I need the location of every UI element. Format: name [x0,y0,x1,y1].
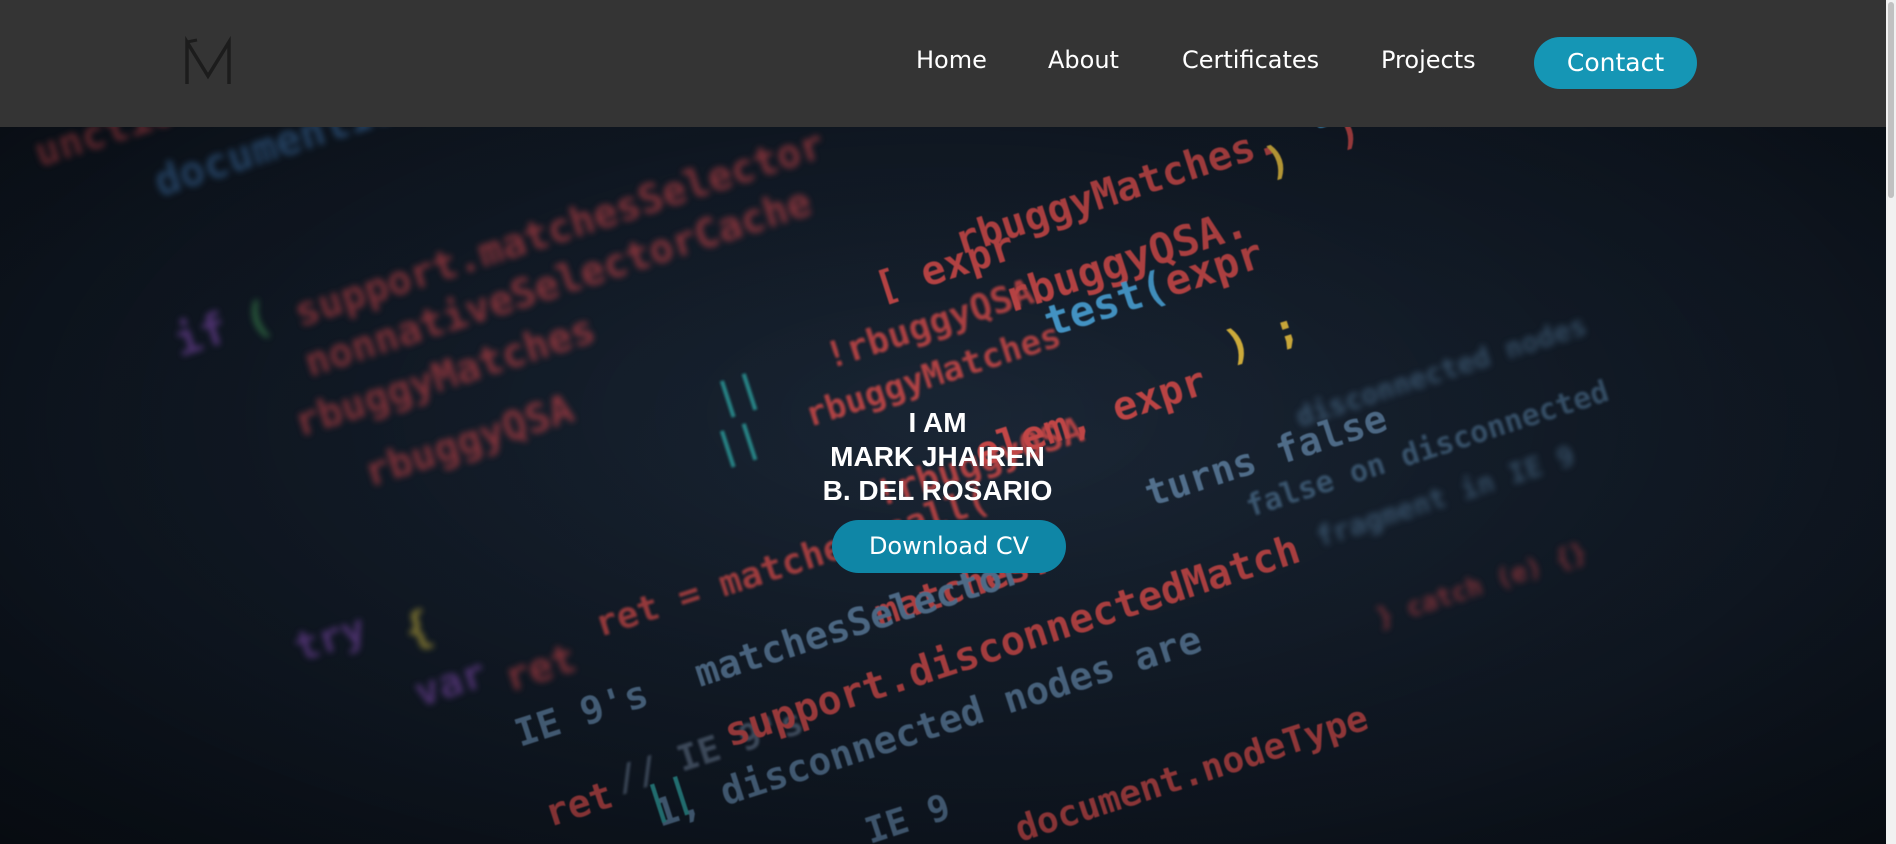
download-cv-button[interactable]: Download CV [832,520,1066,573]
contact-button[interactable]: Contact [1534,37,1697,89]
nav-home-link[interactable]: Home [916,40,987,80]
nav-certificates-link[interactable]: Certificates [1182,40,1319,80]
hero-section: unction( elem, expr documentIsHTML suppo… [0,127,1886,844]
page: Home About Certificates Projects Contact… [0,0,1896,844]
hero-line-intro: I AM [908,407,967,438]
hero-heading: I AM MARK JHAIREN B. DEL ROSARIO [700,406,1175,508]
scrollbar-thumb[interactable] [1888,2,1894,198]
logo-icon[interactable] [183,36,233,88]
hero-line-surname: B. DEL ROSARIO [822,475,1053,506]
page-scrollbar[interactable] [1886,0,1896,844]
navbar: Home About Certificates Projects Contact [0,0,1886,127]
nav-about-link[interactable]: About [1048,40,1119,80]
hero-line-name: MARK JHAIREN [830,441,1045,472]
nav-projects-link[interactable]: Projects [1381,40,1476,80]
